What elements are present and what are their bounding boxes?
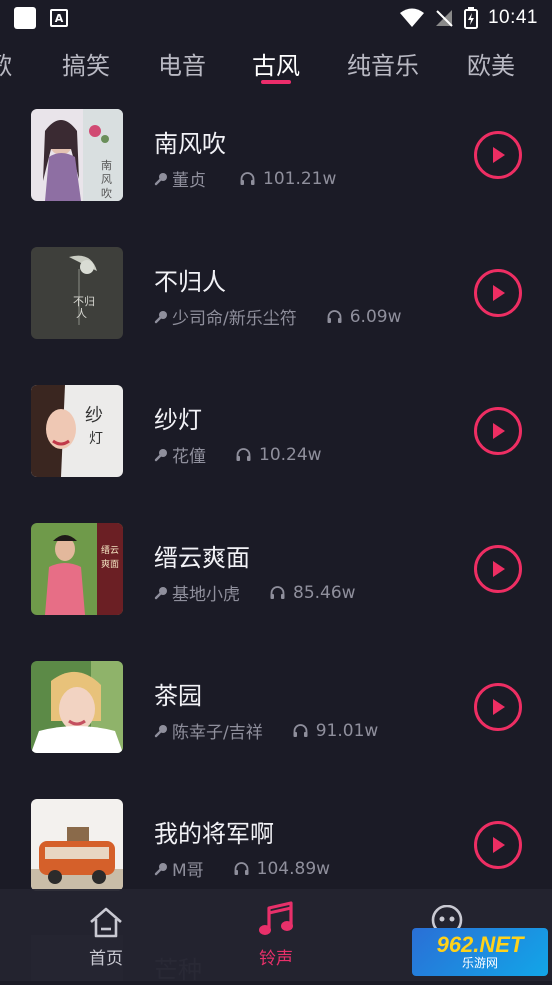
tab-western[interactable]: 欧美	[467, 46, 515, 81]
headphones-icon	[327, 309, 342, 323]
album-cover: 南风吹	[31, 109, 123, 201]
song-title: 纱灯	[154, 406, 202, 434]
album-cover	[31, 799, 123, 891]
nav-home[interactable]: 首页	[46, 889, 166, 981]
play-count: 91.01w	[315, 720, 379, 741]
song-artist: 基地小虎	[172, 585, 240, 605]
list-item[interactable]: 纱灯 纱灯 花僮 10.24w	[0, 372, 552, 510]
battery-charging-icon	[463, 7, 478, 29]
svg-text:风: 风	[101, 173, 112, 186]
headphones-icon	[234, 861, 249, 875]
tab-partial[interactable]: 歌	[0, 46, 12, 81]
song-meta: 董贞 101.21w	[154, 166, 336, 191]
nav-ringtone-label: 铃声	[259, 949, 293, 969]
song-meta: 花僮 10.24w	[154, 442, 322, 467]
song-meta: 少司命/新乐尘符 6.09w	[154, 304, 402, 329]
play-button[interactable]	[474, 545, 522, 593]
tab-ancient-style[interactable]: 古风	[252, 46, 300, 81]
song-title: 茶园	[154, 682, 202, 710]
song-meta: 陈幸子/吉祥 91.01w	[154, 718, 378, 743]
headphones-icon	[270, 585, 285, 599]
list-item[interactable]: 不归人 不归人 少司命/新乐尘符 6.09w	[0, 234, 552, 372]
mic-icon	[154, 724, 167, 737]
mic-icon	[154, 862, 167, 875]
no-signal-icon	[435, 10, 453, 27]
home-icon	[90, 907, 122, 938]
song-meta: M哥 104.89w	[154, 856, 330, 881]
song-title: 缙云爽面	[154, 544, 250, 572]
wifi-icon	[399, 8, 424, 27]
svg-text:南: 南	[101, 159, 112, 172]
svg-text:爽面: 爽面	[101, 559, 119, 570]
mic-icon	[154, 172, 167, 185]
nav-ringtone[interactable]: 铃声	[216, 889, 336, 981]
svg-text:缙云: 缙云	[101, 544, 119, 556]
play-icon	[493, 423, 505, 439]
play-button[interactable]	[474, 821, 522, 869]
headphones-icon	[293, 723, 308, 737]
song-artist: 陈幸子/吉祥	[172, 723, 263, 743]
song-meta: 基地小虎 85.46w	[154, 580, 356, 605]
nav-home-label: 首页	[89, 949, 123, 969]
play-button[interactable]	[474, 407, 522, 455]
album-cover	[31, 661, 123, 753]
play-count: 6.09w	[349, 306, 402, 327]
active-tab-indicator	[261, 80, 291, 84]
mic-icon	[154, 586, 167, 599]
mic-icon	[154, 448, 167, 461]
svg-text:吹: 吹	[101, 187, 112, 200]
headphones-icon	[236, 447, 251, 461]
tab-electronic[interactable]: 电音	[158, 46, 206, 81]
song-artist: 花僮	[172, 447, 206, 467]
play-icon	[493, 285, 505, 301]
play-icon	[493, 147, 505, 163]
watermark-bottom: 乐游网	[461, 956, 498, 970]
play-count: 101.21w	[263, 168, 337, 189]
svg-text:人: 人	[76, 307, 87, 320]
play-button[interactable]	[474, 269, 522, 317]
svg-text:不归: 不归	[73, 294, 95, 308]
song-artist: M哥	[172, 861, 204, 881]
play-count: 104.89w	[256, 858, 331, 879]
watermark-top: 962.NET	[436, 932, 524, 957]
clock: 10:41	[487, 7, 538, 28]
watermark-logo: 962.NET 乐游网	[412, 928, 548, 976]
mic-icon	[154, 310, 167, 323]
list-item[interactable]: 南风吹 南风吹 董贞 101.21w	[0, 96, 552, 234]
category-tabs: 歌 搞笑 电音 古风 纯音乐 欧美	[0, 36, 552, 94]
play-icon	[493, 837, 505, 853]
play-button[interactable]	[474, 683, 522, 731]
play-button[interactable]	[474, 131, 522, 179]
play-icon	[493, 561, 505, 577]
album-cover: 缙云 爽面	[31, 523, 123, 615]
album-cover: 纱灯	[31, 385, 123, 477]
svg-text:灯: 灯	[89, 431, 103, 447]
play-count: 85.46w	[293, 582, 356, 603]
a-notification-icon: A	[50, 9, 68, 27]
play-icon	[493, 699, 505, 715]
list-item[interactable]: 茶园 陈幸子/吉祥 91.01w	[0, 648, 552, 786]
list-item[interactable]: 缙云 爽面 缙云爽面 基地小虎 85.46w	[0, 510, 552, 648]
svg-text:纱: 纱	[85, 405, 103, 426]
song-artist: 董贞	[172, 171, 206, 191]
song-artist: 少司命/新乐尘符	[172, 309, 297, 329]
status-bar: A 10:41	[0, 0, 552, 36]
tab-pure-music[interactable]: 纯音乐	[347, 46, 419, 81]
tab-funny[interactable]: 搞笑	[62, 46, 110, 81]
song-title: 不归人	[154, 268, 226, 296]
song-list: 南风吹 南风吹 董贞 101.21w 不归人 不归人 少司命/新乐尘符 6.09…	[0, 96, 552, 896]
app-notification-icon	[14, 7, 36, 29]
album-cover: 不归人	[31, 247, 123, 339]
song-title: 我的将军啊	[154, 820, 274, 848]
music-note-icon	[259, 901, 293, 935]
song-title: 南风吹	[154, 130, 226, 158]
headphones-icon	[240, 171, 255, 185]
play-count: 10.24w	[259, 444, 322, 465]
